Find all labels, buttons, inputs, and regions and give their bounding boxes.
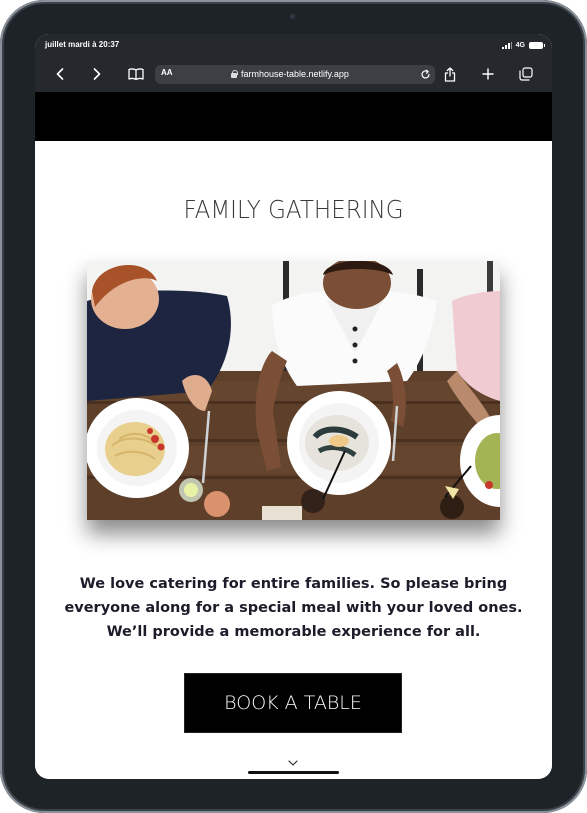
reload-button[interactable] xyxy=(418,67,432,81)
network-label: 4G xyxy=(515,41,525,49)
cellular-signal-icon xyxy=(501,41,512,49)
web-page: FAMILY GATHERING We love catering for en… xyxy=(35,92,552,779)
bookmarks-button[interactable] xyxy=(125,64,147,84)
share-icon xyxy=(444,66,456,82)
forward-chevron-icon xyxy=(93,68,101,80)
back-button[interactable] xyxy=(49,64,71,84)
status-indicators: 4G xyxy=(501,39,545,51)
back-chevron-icon xyxy=(56,68,64,80)
site-header-bar xyxy=(35,92,552,141)
book-a-table-button[interactable]: BOOK A TABLE xyxy=(184,673,402,733)
reader-aa-button[interactable]: AA xyxy=(161,68,173,77)
tabs-icon xyxy=(519,67,533,81)
home-indicator[interactable] xyxy=(248,771,339,774)
battery-icon xyxy=(529,41,545,49)
url-display: farmhouse-table.netlify.app xyxy=(231,69,349,79)
status-time: juillet mardi à 20:37 xyxy=(45,40,120,49)
screen: juillet mardi à 20:37 4G AA farmhouse-ta… xyxy=(35,34,552,779)
reload-icon xyxy=(420,69,430,78)
url-text: farmhouse-table.netlify.app xyxy=(241,69,349,79)
address-bar[interactable]: AA farmhouse-table.netlify.app xyxy=(155,65,435,84)
status-bar: juillet mardi à 20:37 4G xyxy=(35,34,552,56)
bookmarks-book-icon xyxy=(128,68,144,80)
lock-icon xyxy=(231,70,238,78)
page-title: FAMILY GATHERING xyxy=(183,195,404,224)
tabs-button[interactable] xyxy=(515,64,537,84)
browser-toolbar: AA farmhouse-table.netlify.app xyxy=(35,56,552,92)
family-description: We love catering for entire families. So… xyxy=(64,576,523,640)
chevron-down-icon[interactable] xyxy=(288,760,298,766)
tablet-frame: juillet mardi à 20:37 4G AA farmhouse-ta… xyxy=(0,0,587,813)
family-dinner-photo xyxy=(87,261,500,520)
forward-button[interactable] xyxy=(86,64,108,84)
new-tab-button[interactable] xyxy=(477,64,499,84)
share-button[interactable] xyxy=(439,64,461,84)
front-camera xyxy=(290,14,295,19)
plus-icon xyxy=(482,68,494,80)
